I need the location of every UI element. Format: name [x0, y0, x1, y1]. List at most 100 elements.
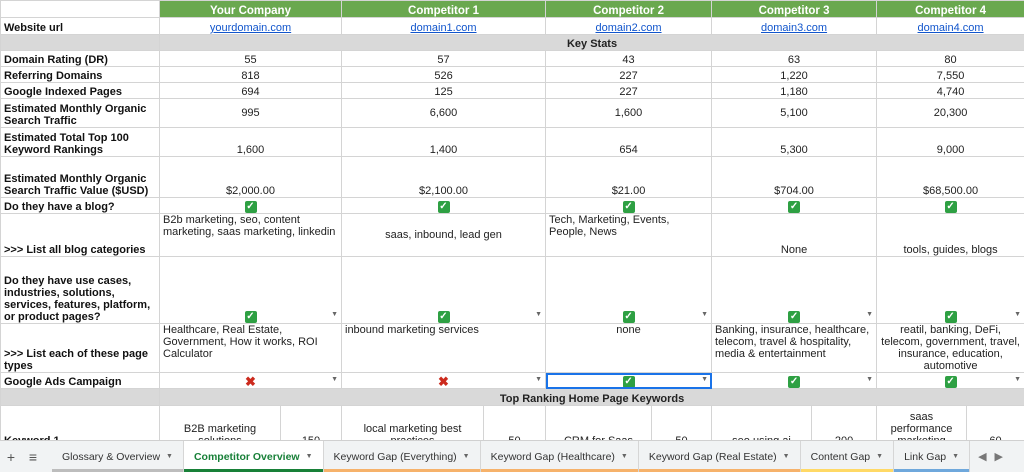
- chevron-down-icon[interactable]: ▼: [166, 453, 173, 460]
- dropdown-caret-icon[interactable]: ▼: [331, 309, 338, 321]
- value-cell[interactable]: 7,550: [876, 66, 1024, 83]
- checkmark-icon[interactable]: ✓: [622, 201, 635, 213]
- url-link[interactable]: domain3.com: [761, 22, 827, 34]
- corner-cell[interactable]: [0, 0, 160, 18]
- chevron-down-icon[interactable]: ▼: [783, 453, 790, 460]
- text-cell[interactable]: Tech, Marketing, Events, People, News: [545, 213, 713, 257]
- checkmark-icon[interactable]: ✓: [437, 311, 450, 323]
- row-label[interactable]: Estimated Total Top 100 Keyword Rankings: [0, 127, 160, 157]
- url-link[interactable]: yourdomain.com: [210, 22, 291, 34]
- checkmark-icon[interactable]: ✓: [437, 201, 450, 213]
- cross-icon[interactable]: ✖: [245, 375, 256, 388]
- checkmark-icon[interactable]: ✓: [944, 201, 957, 213]
- text-cell[interactable]: B2b marketing, seo, content marketing, s…: [159, 213, 342, 257]
- checkmark-icon[interactable]: ✓: [788, 201, 801, 213]
- dropdown-caret-icon[interactable]: ▼: [1014, 374, 1021, 386]
- value-cell[interactable]: 5,100: [711, 98, 878, 128]
- value-cell[interactable]: 4,740: [876, 82, 1024, 99]
- value-cell[interactable]: 5,300: [711, 127, 878, 157]
- value-cell[interactable]: $68,500.00: [876, 156, 1024, 198]
- sheet-tab[interactable]: Content Gap ▼: [800, 441, 895, 472]
- chevron-down-icon[interactable]: ▼: [876, 453, 883, 460]
- dropdown-caret-icon[interactable]: ▼: [535, 309, 542, 321]
- value-cell[interactable]: 227: [545, 82, 713, 99]
- checkmark-icon[interactable]: ✓: [622, 311, 635, 323]
- text-cell[interactable]: Healthcare, Real Estate, Government, How…: [159, 323, 342, 373]
- value-cell[interactable]: 80: [876, 50, 1024, 67]
- value-cell[interactable]: 9,000: [876, 127, 1024, 157]
- value-cell[interactable]: 1,600: [159, 127, 342, 157]
- value-cell[interactable]: 227: [545, 66, 713, 83]
- value-cell[interactable]: 20,300: [876, 98, 1024, 128]
- keyword-cell[interactable]: local marketing best practices: [341, 405, 484, 440]
- value-cell[interactable]: 818: [159, 66, 342, 83]
- header-competitor-2[interactable]: Competitor 2: [545, 0, 713, 18]
- checkmark-icon[interactable]: ✓: [244, 311, 257, 323]
- value-cell[interactable]: 1,180: [711, 82, 878, 99]
- spreadsheet-grid[interactable]: Your Company Competitor 1 Competitor 2 C…: [0, 0, 1024, 440]
- url-link[interactable]: domain4.com: [918, 22, 984, 34]
- text-cell[interactable]: None: [711, 213, 878, 257]
- value-cell[interactable]: $2,100.00: [340, 156, 547, 198]
- keyword-cell[interactable]: saas performance marketing: [876, 405, 968, 440]
- dropdown-caret-icon[interactable]: ▼: [535, 374, 542, 386]
- row-label[interactable]: Do they have a blog?: [0, 197, 160, 214]
- keyword-cell[interactable]: CRM for Saas: [545, 405, 653, 440]
- header-competitor-1[interactable]: Competitor 1: [340, 0, 547, 18]
- text-cell[interactable]: saas, inbound, lead gen: [340, 213, 547, 257]
- row-label[interactable]: >>> List all blog categories: [0, 213, 160, 257]
- checkmark-icon[interactable]: ✓: [622, 376, 635, 388]
- chevron-down-icon[interactable]: ▼: [463, 453, 470, 460]
- header-your-company[interactable]: Your Company: [159, 0, 342, 18]
- value-cell[interactable]: 995: [159, 98, 342, 128]
- value-cell[interactable]: 55: [159, 50, 342, 67]
- checkmark-icon[interactable]: ✓: [788, 376, 801, 388]
- section-key-stats[interactable]: Key Stats: [158, 34, 1024, 51]
- value-cell[interactable]: 1,400: [340, 127, 547, 157]
- dropdown-caret-icon[interactable]: ▼: [701, 374, 708, 386]
- dropdown-caret-icon[interactable]: ▼: [701, 309, 708, 321]
- value-cell[interactable]: 694: [159, 82, 342, 99]
- value-cell[interactable]: 1,600: [545, 98, 713, 128]
- value-cell[interactable]: 43: [545, 50, 713, 67]
- text-cell[interactable]: inbound marketing services: [340, 323, 547, 373]
- volume-cell[interactable]: 50: [651, 405, 713, 440]
- dropdown-caret-icon[interactable]: ▼: [331, 374, 338, 386]
- sheet-tab[interactable]: Link Gap ▼: [894, 441, 971, 472]
- value-cell[interactable]: 125: [340, 82, 547, 99]
- keyword-cell[interactable]: seo using ai: [711, 405, 813, 440]
- text-cell[interactable]: none: [545, 323, 713, 373]
- header-competitor-3[interactable]: Competitor 3: [711, 0, 878, 18]
- dropdown-caret-icon[interactable]: ▼: [1014, 309, 1021, 321]
- volume-cell[interactable]: 150: [280, 405, 342, 440]
- value-cell[interactable]: 1,220: [711, 66, 878, 83]
- row-label[interactable]: Google Ads Campaign: [0, 372, 160, 389]
- checkmark-icon[interactable]: ✓: [944, 376, 957, 388]
- checkmark-icon[interactable]: ✓: [944, 311, 957, 323]
- sheet-tab[interactable]: Keyword Gap (Everything) ▼: [323, 441, 481, 472]
- text-cell[interactable]: reatil, banking, DeFi, telecom, governme…: [876, 323, 1024, 373]
- value-cell[interactable]: 63: [711, 50, 878, 67]
- row-label[interactable]: Do they have use cases, industries, solu…: [0, 256, 160, 324]
- scroll-right-icon[interactable]: ▶: [995, 450, 1003, 463]
- row-label[interactable]: Referring Domains: [0, 66, 160, 83]
- dropdown-caret-icon[interactable]: ▼: [866, 309, 873, 321]
- value-cell[interactable]: 526: [340, 66, 547, 83]
- row-label[interactable]: Estimated Monthly Organic Search Traffic: [0, 98, 160, 128]
- keyword-cell[interactable]: B2B marketing solutions: [159, 405, 281, 440]
- value-cell[interactable]: 57: [340, 50, 547, 67]
- row-label[interactable]: Website url: [0, 17, 160, 35]
- row-label[interactable]: Estimated Monthly Organic Search Traffic…: [0, 156, 160, 198]
- sheet-tab[interactable]: Keyword Gap (Healthcare) ▼: [480, 441, 639, 472]
- chevron-down-icon[interactable]: ▼: [621, 453, 628, 460]
- value-cell[interactable]: $2,000.00: [159, 156, 342, 198]
- volume-cell[interactable]: 200: [811, 405, 878, 440]
- all-sheets-icon[interactable]: ≡: [22, 441, 44, 472]
- text-cell[interactable]: tools, guides, blogs: [876, 213, 1024, 257]
- sheet-tab[interactable]: Keyword Gap (Real Estate) ▼: [638, 441, 801, 472]
- sheet-tab[interactable]: Glossary & Overview ▼: [52, 441, 184, 472]
- chevron-down-icon[interactable]: ▼: [306, 453, 313, 460]
- add-sheet-icon[interactable]: +: [0, 441, 22, 472]
- row-label[interactable]: >>> List each of these page types: [0, 323, 160, 373]
- sheet-tab[interactable]: Competitor Overview ▼: [183, 441, 324, 472]
